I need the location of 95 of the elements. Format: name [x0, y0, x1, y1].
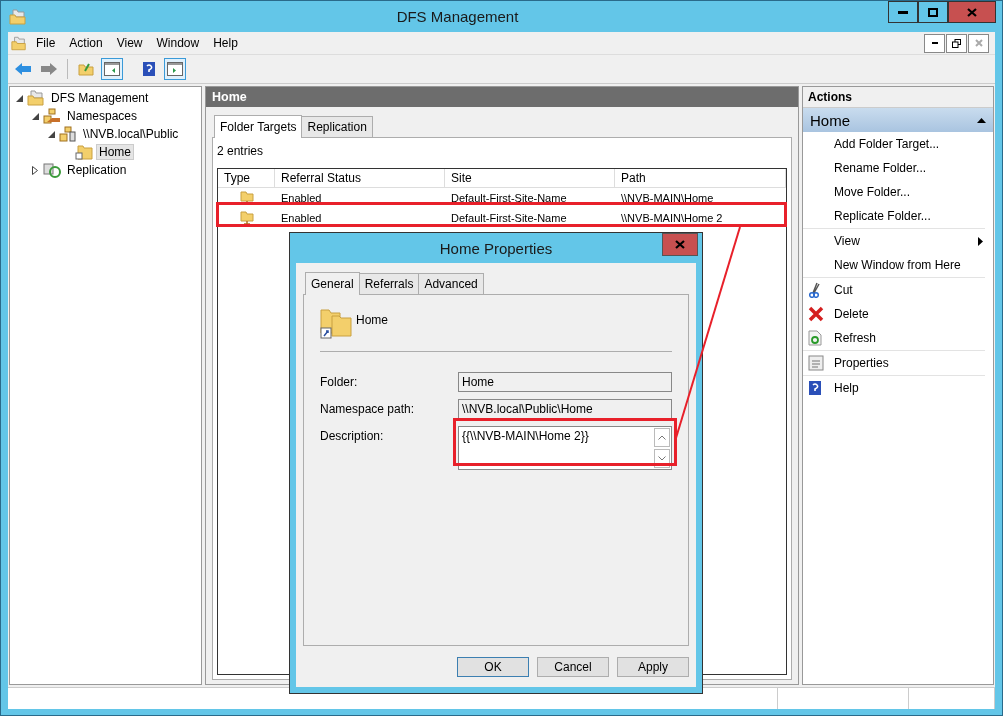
close-icon	[974, 39, 983, 47]
tab[interactable]: Referrals	[358, 273, 420, 294]
table-cell-text: Default-First-Site-Name	[450, 212, 568, 224]
menu-item[interactable]: View	[109, 34, 150, 52]
field-label: Namespace path:	[320, 401, 416, 416]
submenu-arrow-icon	[978, 236, 983, 246]
forward-arrow-icon	[40, 62, 58, 76]
close-button[interactable]	[662, 233, 698, 256]
minimize-icon	[931, 42, 938, 44]
pane-icon	[167, 62, 183, 76]
tab[interactable]: Folder Targets	[214, 115, 303, 138]
restore-icon	[952, 38, 961, 48]
scroll-up-icon	[658, 435, 666, 440]
field-label: Description:	[320, 428, 385, 443]
column-header[interactable]: Site	[445, 169, 615, 187]
window-title: DFS Management	[395, 8, 520, 25]
app-icon	[9, 8, 27, 25]
collapse-caret-icon	[977, 117, 986, 123]
expand-icon[interactable]	[32, 165, 38, 175]
column-header[interactable]: Path	[615, 169, 786, 187]
delete-icon	[808, 306, 824, 322]
help-icon	[808, 380, 822, 396]
dialog-button[interactable]: OK	[457, 657, 529, 677]
close-button[interactable]	[948, 1, 996, 23]
tree-item[interactable]: Home	[96, 144, 134, 160]
folder-name: Home	[356, 312, 388, 327]
input-field[interactable]: \\NVB.local\Public\Home	[458, 399, 672, 419]
properties-icon	[808, 355, 824, 371]
actions-header: Actions	[803, 87, 993, 108]
minimize-button[interactable]	[888, 1, 918, 23]
maximize-button[interactable]	[918, 1, 948, 23]
replication-icon	[43, 162, 61, 178]
actions-pane-command[interactable]: Move Folder...	[834, 185, 993, 199]
field-label: Folder:	[320, 374, 359, 389]
input-field[interactable]: Home	[458, 372, 672, 392]
table-cell-text: Enabled	[280, 212, 323, 224]
collapse-icon[interactable]	[47, 130, 55, 138]
dialog-title: Home Properties	[439, 239, 553, 257]
tree-item[interactable]: Replication	[64, 162, 130, 178]
actions-pane-command[interactable]: Cut	[834, 283, 993, 297]
show-tree-button[interactable]	[101, 58, 123, 80]
help-icon	[142, 61, 156, 77]
tab[interactable]: Replication	[301, 116, 373, 137]
tab[interactable]: General	[305, 272, 360, 295]
actions-pane-command[interactable]: Help	[834, 381, 993, 395]
folder-shortcut-icon	[320, 307, 352, 339]
dialog-button[interactable]: Apply	[617, 657, 689, 677]
collapse-icon[interactable]	[15, 94, 23, 102]
close-icon	[675, 240, 685, 249]
app-icon	[11, 35, 27, 51]
tree-item[interactable]: DFS Management	[48, 90, 152, 106]
column-header[interactable]: Referral Status	[275, 169, 445, 187]
scissors-icon	[808, 282, 822, 298]
scroll-down-icon	[658, 456, 666, 461]
actions-pane-command[interactable]: View	[834, 234, 978, 248]
namespace-server-icon	[59, 126, 77, 142]
folders-icon	[27, 90, 45, 106]
menu-item[interactable]: File	[29, 34, 63, 52]
table-cell-text: \\NVB-MAIN\Home 2	[620, 212, 724, 224]
menu-item[interactable]: Action	[62, 34, 110, 52]
tree-item[interactable]: Namespaces	[64, 108, 141, 124]
actions-pane-command[interactable]: Replicate Folder...	[834, 209, 985, 223]
close-icon	[967, 7, 977, 17]
folder-up-icon	[78, 62, 94, 76]
table-cell-text: Default-First-Site-Name	[450, 192, 568, 204]
folder-target-icon	[238, 210, 255, 226]
collapse-icon[interactable]	[31, 112, 39, 120]
namespace-server-icon	[43, 108, 61, 124]
back-arrow-icon	[14, 62, 32, 76]
maximize-icon	[928, 7, 938, 17]
show-actions-button[interactable]	[164, 58, 186, 80]
actions-pane-command[interactable]: New Window from Here	[834, 258, 985, 272]
pane-icon	[104, 62, 120, 76]
action-group-header[interactable]: Home	[803, 108, 993, 132]
actions-pane-command[interactable]: Delete	[834, 307, 993, 321]
dialog-button[interactable]: Cancel	[537, 657, 609, 677]
tree-item[interactable]: \\NVB.local\Public	[80, 126, 182, 142]
actions-pane-command[interactable]: Add Folder Target...	[834, 137, 993, 151]
entries-count: 2 entries	[217, 143, 265, 160]
actions-pane-command[interactable]: Rename Folder...	[834, 161, 993, 175]
restore-button[interactable]	[946, 33, 967, 53]
menu-item[interactable]: Window	[149, 34, 207, 52]
table-cell-text: \\NVB-MAIN\Home	[620, 192, 715, 204]
minimize-icon	[898, 10, 908, 14]
tab[interactable]: Advanced	[418, 273, 484, 294]
refresh-icon	[808, 330, 822, 346]
column-header[interactable]: Type	[218, 169, 275, 187]
actions-pane-command[interactable]: Properties	[834, 356, 985, 370]
table-cell-text: Enabled	[280, 192, 323, 204]
pane-header: Home	[206, 87, 798, 107]
minimize-button[interactable]	[924, 33, 945, 53]
description-field[interactable]: {{\\NVB-MAIN\Home 2}}	[458, 426, 672, 470]
folder-shortcut-icon	[75, 144, 93, 160]
menu-item[interactable]: Help	[206, 34, 245, 52]
actions-pane-command[interactable]: Refresh	[834, 331, 985, 345]
